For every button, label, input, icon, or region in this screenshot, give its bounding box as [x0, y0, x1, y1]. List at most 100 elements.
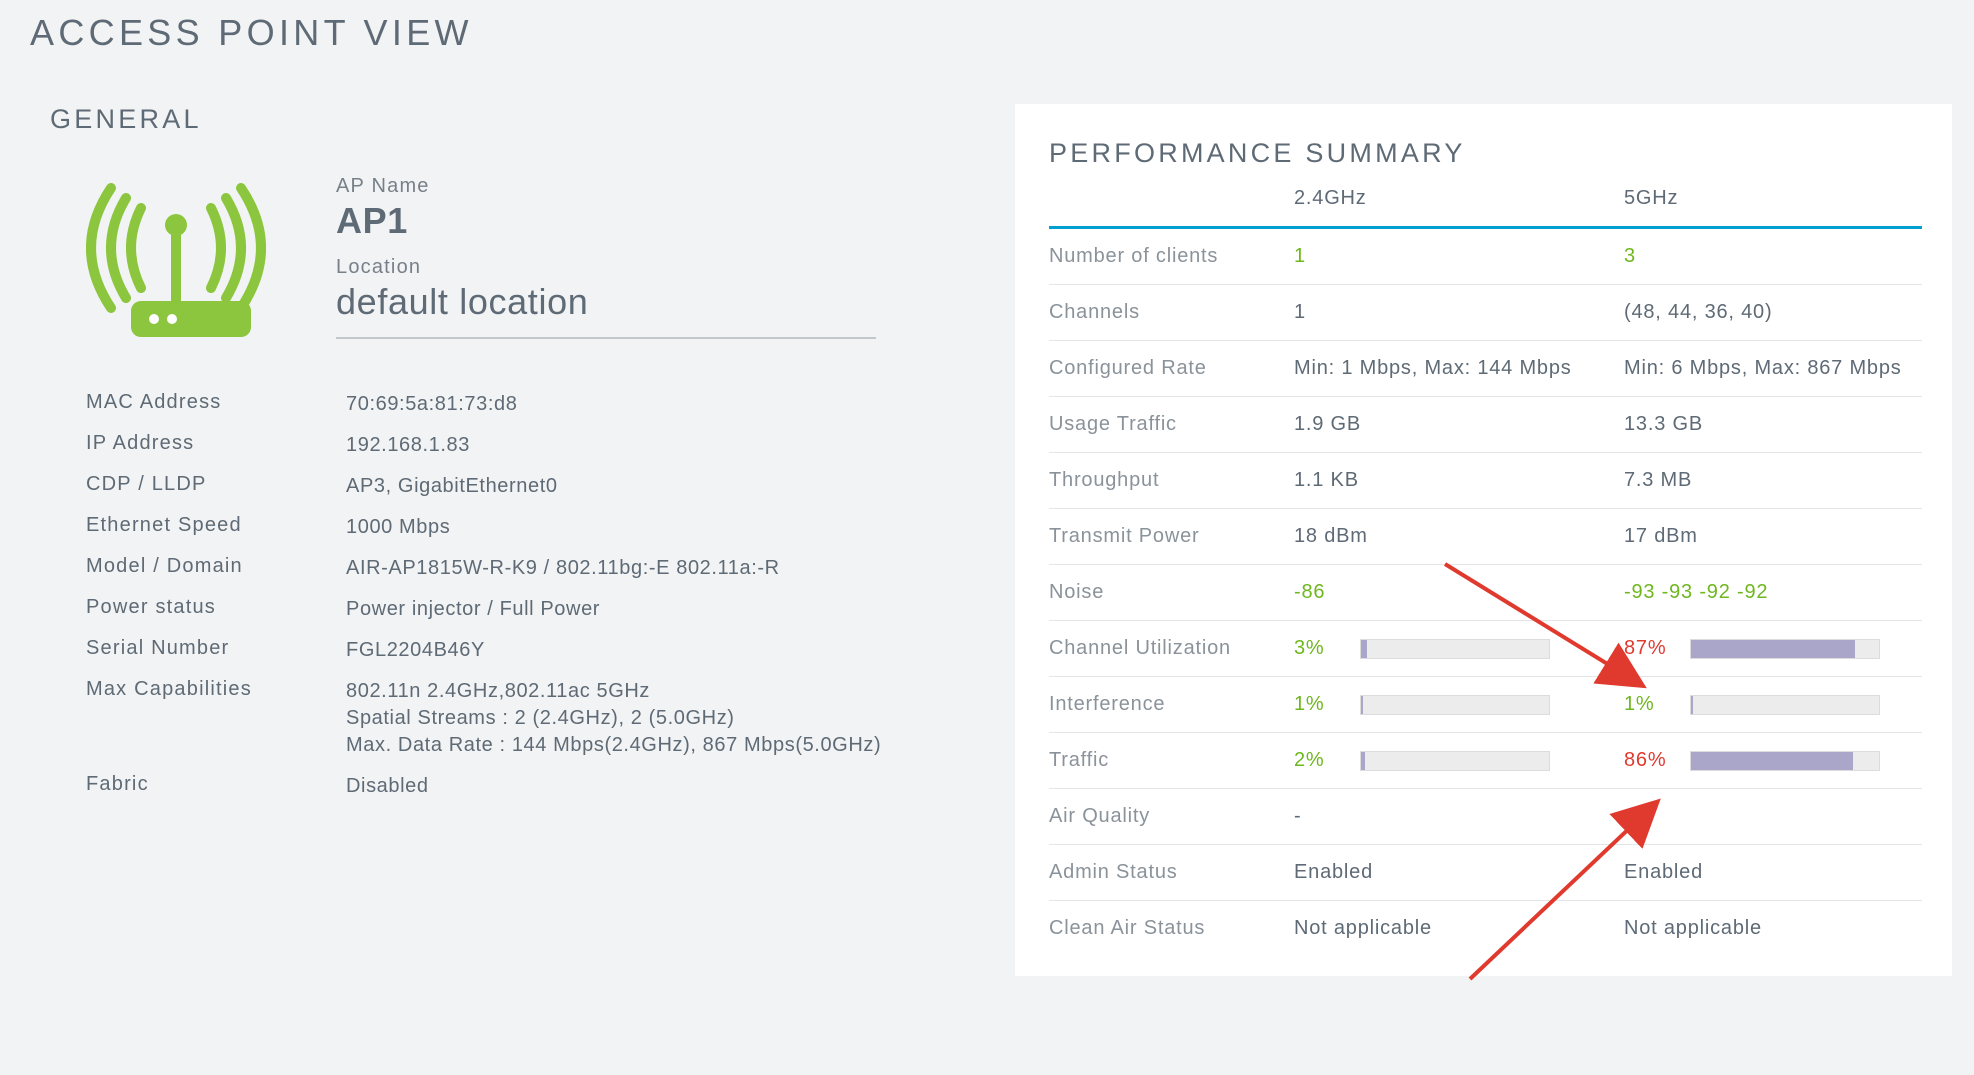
perf-cell: Enabled — [1624, 845, 1922, 901]
perf-metric-label: Interference — [1049, 677, 1294, 733]
general-property-row: FabricDisabled — [86, 766, 955, 807]
perf-cell: 1 — [1294, 285, 1624, 341]
perf-cell: Not applicable — [1624, 901, 1922, 957]
perf-cell: 3% — [1294, 621, 1624, 677]
perf-bar — [1360, 639, 1550, 659]
perf-value: (48, 44, 36, 40) — [1624, 301, 1772, 323]
property-label: Serial Number — [86, 637, 346, 664]
property-label: Fabric — [86, 773, 346, 800]
perf-value: 13.3 GB — [1624, 413, 1703, 435]
perf-percent: 3% — [1294, 637, 1346, 660]
perf-percent: 1% — [1294, 693, 1346, 716]
property-value: 1000 Mbps — [346, 514, 955, 541]
perf-percent: 87% — [1624, 637, 1676, 660]
perf-value: 7.3 MB — [1624, 469, 1692, 491]
perf-metric-label: Noise — [1049, 565, 1294, 621]
performance-panel: PERFORMANCE SUMMARY 2.4GHz 5GHz Number o… — [1015, 104, 1952, 976]
perf-cell: 1% — [1624, 677, 1922, 733]
perf-row: Configured RateMin: 1 Mbps, Max: 144 Mbp… — [1049, 341, 1922, 397]
perf-value: -93 -93 -92 -92 — [1624, 581, 1768, 603]
general-property-row: Max Capabilities802.11n 2.4GHz,802.11ac … — [86, 671, 955, 766]
general-property-row: Power statusPower injector / Full Power — [86, 589, 955, 630]
perf-metric-label: Throughput — [1049, 453, 1294, 509]
property-value: Disabled — [346, 773, 955, 800]
perf-bar — [1360, 751, 1550, 771]
access-point-icon — [86, 175, 266, 348]
perf-cell: - — [1294, 789, 1624, 845]
perf-cell: 3 — [1624, 229, 1922, 285]
perf-bar — [1690, 695, 1880, 715]
perf-metric-label: Traffic — [1049, 733, 1294, 789]
perf-value: 18 dBm — [1294, 525, 1368, 547]
property-value: Power injector / Full Power — [346, 596, 955, 623]
perf-cell: 1.1 KB — [1294, 453, 1624, 509]
perf-row: Interference1%1% — [1049, 677, 1922, 733]
perf-value: - — [1294, 805, 1301, 827]
general-panel: GENERAL — [50, 104, 955, 976]
perf-row: Admin StatusEnabledEnabled — [1049, 845, 1922, 901]
general-property-row: Serial NumberFGL2204B46Y — [86, 630, 955, 671]
perf-row: Channels1(48, 44, 36, 40) — [1049, 285, 1922, 341]
perf-cell: 17 dBm — [1624, 509, 1922, 565]
perf-percent: 2% — [1294, 749, 1346, 772]
perf-row: Noise-86 -93 -93 -92 -92 — [1049, 565, 1922, 621]
perf-cell: 1% — [1294, 677, 1624, 733]
perf-value: 1.9 GB — [1294, 413, 1361, 435]
perf-cell: (48, 44, 36, 40) — [1624, 285, 1922, 341]
perf-value: -86 — [1294, 581, 1325, 603]
perf-row: Usage Traffic1.9 GB 13.3 GB — [1049, 397, 1922, 453]
property-value: AP3, GigabitEthernet0 — [346, 473, 955, 500]
property-value: 192.168.1.83 — [346, 432, 955, 459]
property-label: Max Capabilities — [86, 678, 346, 759]
perf-value: Not applicable — [1624, 917, 1762, 939]
performance-table: 2.4GHz 5GHz Number of clients13Channels1… — [1049, 187, 1922, 956]
perf-row: Number of clients1 3 — [1049, 229, 1922, 285]
perf-col-5ghz: 5GHz — [1624, 187, 1922, 226]
perf-metric-label: Clean Air Status — [1049, 901, 1294, 957]
general-property-row: MAC Address70:69:5a:81:73:d8 — [86, 384, 955, 425]
performance-heading: PERFORMANCE SUMMARY — [1049, 138, 1922, 169]
page-title: ACCESS POINT VIEW — [0, 0, 1974, 54]
perf-metric-label: Usage Traffic — [1049, 397, 1294, 453]
perf-value: 3 — [1624, 245, 1636, 267]
property-label: Ethernet Speed — [86, 514, 346, 541]
perf-value: Min: 6 Mbps, Max: 867 Mbps — [1624, 357, 1902, 379]
ap-name-label: AP Name — [336, 175, 955, 198]
perf-row: Channel Utilization3% 87% — [1049, 621, 1922, 677]
ap-name-value: AP1 — [336, 200, 955, 242]
divider — [336, 337, 876, 339]
perf-cell: Min: 6 Mbps, Max: 867 Mbps — [1624, 341, 1922, 397]
perf-value: 1 — [1294, 245, 1306, 267]
perf-cell: 87% — [1624, 621, 1922, 677]
perf-value: - — [1624, 805, 1631, 827]
general-properties: MAC Address70:69:5a:81:73:d8IP Address19… — [86, 384, 955, 807]
perf-metric-label: Air Quality — [1049, 789, 1294, 845]
perf-row: Traffic2% 86% — [1049, 733, 1922, 789]
perf-cell: -86 — [1294, 565, 1624, 621]
perf-cell: Not applicable — [1294, 901, 1624, 957]
ap-location-label: Location — [336, 256, 955, 279]
perf-cell: Enabled — [1294, 845, 1624, 901]
perf-cell: -93 -93 -92 -92 — [1624, 565, 1922, 621]
perf-cell: Min: 1 Mbps, Max: 144 Mbps — [1294, 341, 1624, 397]
ap-location-value: default location — [336, 281, 955, 323]
perf-value: Not applicable — [1294, 917, 1432, 939]
property-value: AIR-AP1815W-R-K9 / 802.11bg:-E 802.11a:-… — [346, 555, 955, 582]
perf-value: Enabled — [1294, 861, 1373, 883]
perf-cell: - — [1624, 789, 1922, 845]
perf-cell: 86% — [1624, 733, 1922, 789]
property-value: FGL2204B46Y — [346, 637, 955, 664]
property-label: Model / Domain — [86, 555, 346, 582]
general-property-row: Ethernet Speed1000 Mbps — [86, 507, 955, 548]
general-property-row: Model / DomainAIR-AP1815W-R-K9 / 802.11b… — [86, 548, 955, 589]
perf-metric-label: Channels — [1049, 285, 1294, 341]
perf-bar — [1360, 695, 1550, 715]
perf-percent: 86% — [1624, 749, 1676, 772]
perf-metric-label: Channel Utilization — [1049, 621, 1294, 677]
perf-value: 1.1 KB — [1294, 469, 1359, 491]
perf-bar — [1690, 639, 1880, 659]
perf-metric-label: Number of clients — [1049, 229, 1294, 285]
perf-row: Air Quality-- — [1049, 789, 1922, 845]
general-property-row: IP Address192.168.1.83 — [86, 425, 955, 466]
general-heading: GENERAL — [50, 104, 955, 135]
